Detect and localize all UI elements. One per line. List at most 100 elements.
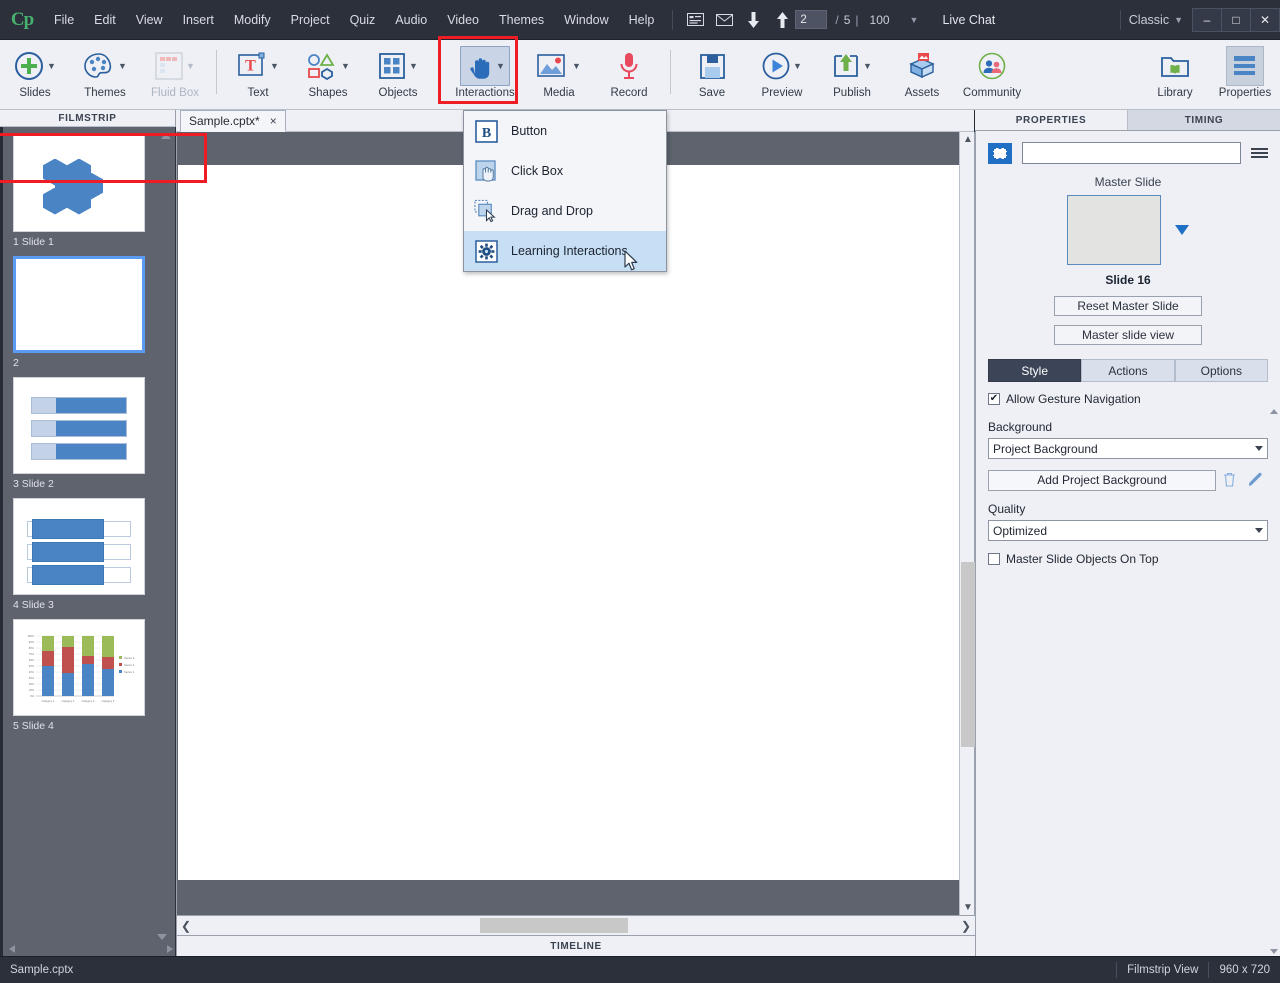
status-view-mode[interactable]: Filmstrip View	[1116, 962, 1208, 978]
menu-modify[interactable]: Modify	[224, 9, 281, 31]
slide-surface[interactable]	[178, 165, 959, 880]
interactions-dropdown-menu[interactable]: B Button Click Box Drag and Drop Learnin…	[463, 110, 667, 272]
maximize-button[interactable]: □	[1221, 7, 1251, 32]
chevron-down-icon[interactable]	[1255, 446, 1263, 451]
arrow-up-icon[interactable]	[772, 10, 792, 30]
menu-view[interactable]: View	[126, 9, 173, 31]
panel-menu-icon[interactable]	[1251, 148, 1268, 158]
filmstrip-slide-2[interactable]: 2	[13, 256, 147, 369]
chevron-down-icon[interactable]: ▼	[910, 15, 919, 25]
zoom-level-input[interactable]: 100	[870, 13, 890, 27]
tab-actions[interactable]: Actions	[1081, 359, 1175, 382]
toolbar-button-save[interactable]: Save	[677, 40, 747, 106]
tab-properties[interactable]: PROPERTIES	[975, 110, 1127, 130]
chevron-down-icon[interactable]: ▼	[572, 61, 581, 71]
document-tab[interactable]: Sample.cptx* ×	[180, 110, 286, 132]
toolbar-button-properties[interactable]: Properties	[1210, 40, 1280, 106]
close-icon[interactable]: ×	[270, 114, 277, 128]
scroll-up-icon[interactable]: ▲	[963, 134, 973, 145]
menu-file[interactable]: File	[44, 9, 84, 31]
slide-thumbnail[interactable]	[13, 256, 145, 353]
arrow-down-icon[interactable]	[743, 10, 763, 30]
chevron-down-icon[interactable]	[1175, 225, 1189, 235]
live-chat-link[interactable]: Live Chat	[942, 13, 995, 27]
menu-window[interactable]: Window	[554, 9, 618, 31]
toolbar-button-library[interactable]: Library	[1140, 40, 1210, 106]
scroll-left-icon[interactable]	[9, 945, 15, 953]
toolbar-button-community[interactable]: Community	[957, 40, 1027, 106]
filmstrip-slide-3[interactable]: 3 Slide 2	[13, 377, 147, 490]
slide-name-input[interactable]	[1022, 142, 1241, 164]
slide-thumbnail[interactable]	[13, 498, 145, 595]
master-slide-view-button[interactable]: Master slide view	[1054, 325, 1202, 345]
allow-gesture-navigation-row[interactable]: ✔ Allow Gesture Navigation	[988, 392, 1268, 406]
closed-caption-icon[interactable]	[685, 10, 705, 30]
menu-item-click-box[interactable]: Click Box	[464, 151, 666, 191]
timeline-panel-header[interactable]: TIMELINE	[176, 935, 975, 956]
chevron-down-icon[interactable]: ▼	[409, 61, 418, 71]
slide-thumbnail[interactable]	[13, 377, 145, 474]
chevron-down-icon[interactable]: ▼	[47, 61, 56, 71]
tab-options[interactable]: Options	[1174, 359, 1268, 382]
slide-thumbnail[interactable]: 100% 90% 80% 70% 60% 50% 40% 30% 20% 10%…	[13, 619, 145, 716]
toolbar-button-text[interactable]: T ▼ Text	[223, 40, 293, 106]
menu-help[interactable]: Help	[619, 9, 665, 31]
toolbar-button-fluid-box[interactable]: ▼ Fluid Box	[140, 40, 210, 106]
tab-style[interactable]: Style	[988, 359, 1082, 382]
add-project-background-button[interactable]: Add Project Background	[988, 470, 1216, 491]
filmstrip-slide-1[interactable]: 1 Slide 1	[13, 135, 147, 248]
toolbar-button-objects[interactable]: ▼ Objects	[363, 40, 433, 106]
menu-project[interactable]: Project	[281, 9, 340, 31]
filmstrip-scroll-up-icon[interactable]	[161, 133, 171, 139]
scroll-down-icon[interactable]: ▼	[963, 902, 973, 913]
toolbar-button-shapes[interactable]: ▼ Shapes	[293, 40, 363, 106]
master-slide-objects-on-top-checkbox[interactable]	[988, 553, 1000, 565]
chevron-down-icon[interactable]: ▼	[496, 61, 505, 71]
close-button[interactable]: ✕	[1250, 7, 1280, 32]
background-select[interactable]: Project Background	[988, 438, 1268, 459]
menu-item-button[interactable]: B Button	[464, 111, 666, 151]
menu-themes[interactable]: Themes	[489, 9, 554, 31]
toolbar-button-record[interactable]: Record	[594, 40, 664, 106]
chevron-down-icon[interactable]: ▼	[793, 61, 802, 71]
toolbar-button-themes[interactable]: ▼ Themes	[70, 40, 140, 106]
allow-gesture-navigation-checkbox[interactable]: ✔	[988, 393, 1000, 405]
filmstrip-panel[interactable]: 1 Slide 1 2 3 Slide 2 4 Slide 3 100% 90%…	[0, 127, 176, 956]
master-slide-thumbnail[interactable]	[1067, 195, 1161, 265]
menu-insert[interactable]: Insert	[173, 9, 224, 31]
scroll-right-icon[interactable]: ❯	[961, 919, 971, 933]
menu-edit[interactable]: Edit	[84, 9, 126, 31]
filmstrip-scroll-down-icon[interactable]	[157, 934, 167, 940]
slide-thumbnail[interactable]	[13, 135, 145, 232]
mail-icon[interactable]	[714, 10, 734, 30]
minimize-button[interactable]: –	[1192, 7, 1222, 32]
quality-select[interactable]: Optimized	[988, 520, 1268, 541]
tab-timing[interactable]: TIMING	[1127, 110, 1280, 130]
master-slide-objects-on-top-row[interactable]: Master Slide Objects On Top	[988, 552, 1268, 566]
reset-master-slide-button[interactable]: Reset Master Slide	[1054, 296, 1202, 316]
scrollbar-thumb[interactable]	[480, 918, 628, 933]
scrollbar-thumb[interactable]	[961, 562, 975, 747]
workspace-selector[interactable]: Classic	[1129, 13, 1169, 27]
menu-quiz[interactable]: Quiz	[340, 9, 386, 31]
toolbar-button-publish[interactable]: ▼ Publish	[817, 40, 887, 106]
chevron-down-icon[interactable]	[1255, 528, 1263, 533]
properties-vertical-scrollbar[interactable]	[1269, 407, 1280, 956]
pencil-icon[interactable]	[1242, 472, 1268, 490]
menu-audio[interactable]: Audio	[385, 9, 437, 31]
scroll-down-icon[interactable]	[1270, 949, 1278, 954]
chevron-down-icon[interactable]: ▼	[270, 61, 279, 71]
menu-video[interactable]: Video	[437, 9, 489, 31]
canvas-vertical-scrollbar[interactable]: ▲ ▼	[959, 132, 975, 915]
chevron-down-icon[interactable]: ▼	[863, 61, 872, 71]
toolbar-button-interactions[interactable]: ▼ Interactions	[438, 36, 524, 106]
scroll-up-icon[interactable]	[1270, 409, 1278, 414]
filmstrip-slide-5[interactable]: 100% 90% 80% 70% 60% 50% 40% 30% 20% 10%…	[13, 619, 147, 732]
toolbar-button-slides[interactable]: ▼ Slides	[0, 40, 70, 106]
chevron-down-icon[interactable]: ▼	[1174, 15, 1183, 25]
slide-number-input[interactable]: 2	[795, 10, 828, 29]
scroll-left-icon[interactable]: ❮	[181, 919, 191, 933]
filmstrip-hscroll[interactable]	[3, 942, 175, 956]
menu-item-drag-and-drop[interactable]: Drag and Drop	[464, 191, 666, 231]
canvas-horizontal-scrollbar[interactable]: ❮ ❯	[176, 915, 975, 935]
